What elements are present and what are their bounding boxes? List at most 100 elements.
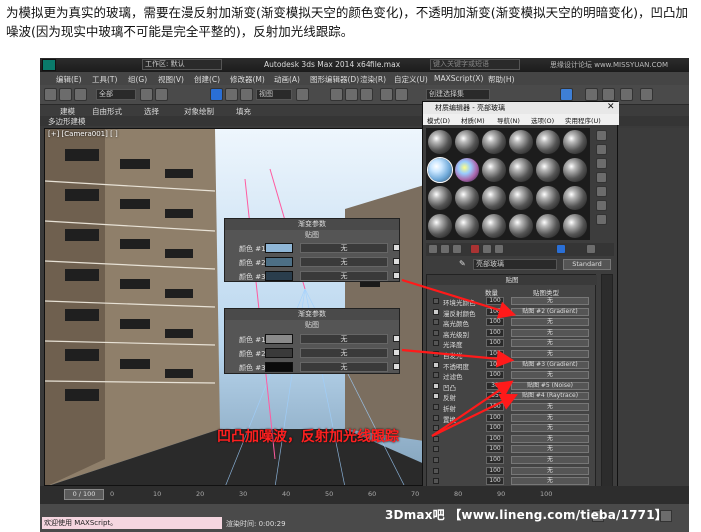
menu-group[interactable]: 组(G)	[128, 74, 147, 85]
sample-uv-icon[interactable]	[596, 172, 607, 183]
sample-slot[interactable]	[482, 214, 506, 238]
map-enable-checkbox[interactable]	[433, 414, 439, 421]
ref-coord-combo[interactable]: 视图	[256, 89, 292, 100]
sample-slot[interactable]	[428, 130, 452, 154]
menu-tools[interactable]: 工具(T)	[92, 74, 117, 85]
sample-slot[interactable]	[428, 186, 452, 210]
color-swatch[interactable]	[265, 362, 293, 372]
sample-slot[interactable]	[455, 130, 479, 154]
background-icon[interactable]	[596, 158, 607, 169]
render-setup-icon[interactable]	[585, 88, 598, 101]
maps-title[interactable]: 贴图	[427, 275, 597, 285]
maxscript-listener[interactable]: 欢迎使用 MAXScript。	[42, 517, 222, 529]
select-icon[interactable]	[140, 88, 153, 101]
map-amount-spinner[interactable]: 100	[486, 413, 504, 422]
redo-icon[interactable]	[59, 88, 72, 101]
map-type-button[interactable]: 无	[511, 445, 589, 454]
map-amount-spinner[interactable]: 100	[486, 339, 504, 348]
sample-slot[interactable]	[482, 186, 506, 210]
map-checkbox[interactable]	[393, 258, 400, 265]
copy-material-icon[interactable]	[482, 244, 492, 254]
map-enable-checkbox[interactable]	[433, 298, 439, 304]
mated-menu-material[interactable]: 材质(M)	[461, 115, 485, 125]
select-by-name-icon[interactable]	[155, 88, 168, 101]
get-material-icon[interactable]	[428, 244, 438, 254]
menu-customize[interactable]: 自定义(U)	[394, 74, 428, 85]
map-enable-checkbox[interactable]	[433, 404, 439, 410]
make-preview-icon[interactable]	[596, 200, 607, 211]
map-enable-checkbox[interactable]	[433, 393, 439, 400]
show-map-icon[interactable]	[556, 244, 566, 254]
map-enable-checkbox[interactable]	[433, 340, 439, 347]
put-material-icon[interactable]	[440, 244, 450, 254]
map-amount-spinner[interactable]: 100	[486, 445, 504, 454]
map-button[interactable]: 无	[300, 348, 388, 358]
sample-slot[interactable]	[509, 158, 533, 182]
map-enable-checkbox[interactable]	[433, 308, 439, 315]
map-enable-checkbox[interactable]	[433, 351, 439, 357]
map-amount-spinner[interactable]: 100	[486, 360, 504, 369]
map-amount-spinner[interactable]: 100	[486, 328, 504, 337]
angle-snap-icon[interactable]	[345, 88, 358, 101]
reset-map-icon[interactable]	[470, 244, 480, 254]
sample-slot[interactable]	[563, 214, 587, 238]
sample-slot[interactable]	[509, 214, 533, 238]
render-icon[interactable]	[620, 88, 633, 101]
color-swatch[interactable]	[265, 271, 293, 281]
map-amount-spinner[interactable]: 100	[486, 424, 504, 433]
sample-slot[interactable]	[563, 158, 587, 182]
viewport-label[interactable]: [+] [Camera001] [ ]	[48, 130, 118, 138]
map-enable-checkbox[interactable]	[433, 319, 439, 326]
move-icon[interactable]	[210, 88, 223, 101]
sample-slot[interactable]	[482, 130, 506, 154]
pick-material-icon[interactable]: ✎	[459, 259, 469, 269]
map-type-button[interactable]: 无	[511, 328, 589, 337]
map-type-button[interactable]: 无	[511, 339, 589, 348]
mated-menu-navigation[interactable]: 导航(N)	[497, 115, 520, 125]
selection-filter[interactable]: 全部	[96, 89, 136, 100]
search-input[interactable]: 键入关键字或短语	[430, 59, 520, 70]
color-swatch[interactable]	[265, 243, 293, 253]
map-amount-spinner[interactable]: 100	[486, 350, 504, 358]
map-button[interactable]: 无	[300, 271, 388, 281]
scale-icon[interactable]	[240, 88, 253, 101]
map-amount-spinner[interactable]: 30	[486, 381, 504, 390]
map-type-button[interactable]: 无	[511, 456, 589, 464]
map-amount-spinner[interactable]: 100	[486, 307, 504, 316]
color-swatch[interactable]	[265, 257, 293, 267]
video-color-icon[interactable]	[596, 186, 607, 197]
map-amount-spinner[interactable]: 100	[486, 477, 504, 486]
map-enable-checkbox[interactable]	[433, 478, 439, 485]
map-button[interactable]: 无	[300, 257, 388, 267]
sample-slot[interactable]	[482, 158, 506, 182]
link-icon[interactable]	[74, 88, 87, 101]
map-type-button[interactable]: 贴图 #4 (Raytrace)	[511, 392, 589, 401]
map-enable-checkbox[interactable]	[433, 446, 439, 453]
align-icon[interactable]	[395, 88, 408, 101]
color-swatch[interactable]	[265, 334, 293, 344]
menu-maxscript[interactable]: MAXScript(X)	[434, 74, 483, 83]
map-enable-checkbox[interactable]	[433, 425, 439, 432]
undo-icon[interactable]	[44, 88, 57, 101]
map-type-button[interactable]: 无	[511, 466, 589, 475]
sample-slot[interactable]	[536, 130, 560, 154]
color-swatch[interactable]	[265, 348, 293, 358]
map-amount-spinner[interactable]: 100	[486, 466, 504, 475]
map-enable-checkbox[interactable]	[433, 329, 439, 336]
sample-type-icon[interactable]	[596, 130, 607, 141]
map-amount-spinner[interactable]: 100	[486, 434, 504, 443]
map-checkbox[interactable]	[393, 349, 400, 356]
map-button[interactable]: 无	[300, 243, 388, 253]
mirror-icon[interactable]	[380, 88, 393, 101]
named-selection-combo[interactable]: 创建选择集	[426, 89, 490, 100]
map-type-button[interactable]: 贴图 #3 (Gradient)	[511, 360, 589, 369]
map-enable-checkbox[interactable]	[433, 435, 439, 442]
render-production-icon[interactable]	[640, 88, 653, 101]
map-type-button[interactable]: 无	[511, 434, 589, 443]
unique-icon[interactable]	[494, 244, 504, 254]
rotate-icon[interactable]	[225, 88, 238, 101]
map-type-button[interactable]: 无	[511, 424, 589, 433]
close-icon[interactable]: ✕	[607, 102, 615, 112]
map-amount-spinner[interactable]: 100	[486, 297, 504, 305]
app-logo[interactable]	[42, 59, 56, 71]
